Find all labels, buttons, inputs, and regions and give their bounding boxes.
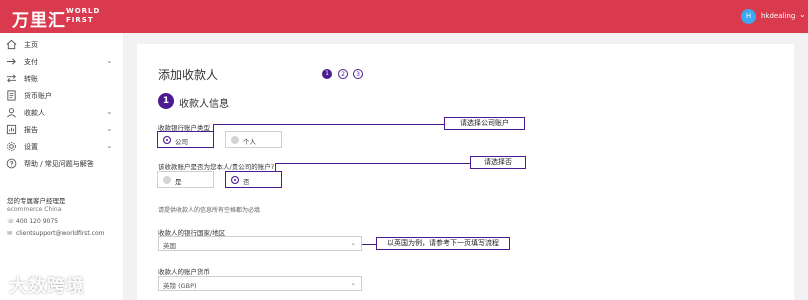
- annotation-line-uk: [362, 244, 376, 245]
- chevron-down-icon: ⌄: [106, 141, 113, 150]
- sidebar-item-label: 设置: [24, 143, 38, 151]
- username[interactable]: hkdealing: [761, 12, 795, 20]
- sidebar-item-payees[interactable]: 收款人 ⌄: [0, 105, 123, 122]
- watermark: 大数跨境: [9, 276, 85, 297]
- chevron-down-icon[interactable]: ⌄: [799, 10, 806, 19]
- gear-icon: [7, 142, 16, 151]
- annotation-line-company: [213, 124, 444, 125]
- avatar[interactable]: H: [741, 9, 756, 24]
- sidebar-item-currency-accounts[interactable]: 货币账户: [0, 88, 123, 105]
- account-manager-phone[interactable]: ☏400 120 9075: [7, 218, 58, 225]
- radio-label: 是: [175, 178, 182, 186]
- chevron-down-icon: ⌄: [106, 124, 113, 133]
- main-card: 添加收款人 1 2 3 1 收款人信息 收款银行账户类型 公司 个人 该收款账户…: [137, 44, 794, 300]
- sidebar-item-transfer[interactable]: 转账: [0, 71, 123, 88]
- annotation-line-company-v: [213, 124, 214, 131]
- logo-text[interactable]: 万里汇: [12, 6, 66, 31]
- document-icon: [7, 90, 16, 101]
- radio-indicator: [163, 176, 171, 184]
- chevron-down-icon: ⌄: [106, 56, 113, 65]
- radio-indicator: [231, 136, 239, 144]
- sidebar-item-label: 主页: [24, 41, 38, 49]
- currency-value: 英镑 (GBP): [163, 282, 197, 290]
- radio-indicator: [163, 136, 171, 144]
- radio-yes[interactable]: 是: [157, 171, 214, 188]
- annotation-uk-example: 以英国为例，请参考下一页填写流程: [376, 237, 510, 250]
- account-manager-name: ecommerce China: [7, 206, 62, 213]
- user-icon: [7, 108, 16, 118]
- mail-icon: ✉: [7, 230, 13, 237]
- section-title: 收款人信息: [179, 99, 229, 110]
- radio-no[interactable]: 否: [225, 171, 282, 188]
- required-note: 请提供收款人的信息所有空格都为必填: [158, 207, 261, 214]
- transfer-icon: [6, 74, 17, 83]
- annotation-choose-no: 请选择否: [470, 156, 526, 169]
- sidebar-item-label: 帮助 / 常见问题与解答: [24, 160, 94, 168]
- annotation-line-no-v: [275, 163, 276, 171]
- annotation-company-account: 请选择公司账户: [444, 117, 525, 130]
- account-manager-title: 您的专属客户经理是: [7, 197, 66, 205]
- sidebar-item-settings[interactable]: 设置 ⌄: [0, 139, 123, 156]
- logo-english: WORLD FIRST: [66, 7, 100, 25]
- radio-label: 公司: [175, 138, 188, 146]
- chevron-down-icon: ⌄: [350, 279, 356, 287]
- chevron-down-icon: ⌄: [106, 107, 113, 116]
- country-select[interactable]: 英国 ⌄: [158, 236, 362, 251]
- sidebar-item-label: 支付: [24, 58, 38, 66]
- step-indicator-3: 3: [353, 69, 363, 79]
- sidebar-item-help[interactable]: 帮助 / 常见问题与解答: [0, 156, 123, 173]
- currency-select[interactable]: 英镑 (GBP) ⌄: [158, 276, 362, 291]
- page-title: 添加收款人: [158, 68, 219, 82]
- sidebar-item-label: 收款人: [24, 109, 45, 117]
- radio-label: 个人: [243, 138, 256, 146]
- logo-english-line1: WORLD: [66, 7, 101, 15]
- sidebar-item-label: 转账: [24, 75, 38, 83]
- logo-english-line2: FIRST: [66, 16, 94, 24]
- own-account-label: 该收款账户是否为您本人/贵公司的账户?: [158, 163, 275, 171]
- sidebar-item-home[interactable]: 主页: [0, 37, 123, 54]
- sidebar-item-reports[interactable]: 报告 ⌄: [0, 122, 123, 139]
- sidebar: 主页 支付 ⌄ 转账 货币账户 收款人 ⌄ 报告 ⌄ 设置 ⌄ 帮助 / 常见问…: [0, 33, 123, 300]
- chevron-down-icon: ⌄: [350, 239, 356, 247]
- radio-company[interactable]: 公司: [157, 131, 214, 148]
- account-manager-email[interactable]: ✉ clientsupport@worldfirst.com: [7, 230, 104, 237]
- section-number: 1: [158, 93, 174, 109]
- phone-number: 400 120 9075: [16, 218, 58, 225]
- top-header: 万里汇 WORLD FIRST H hkdealing ⌄: [0, 0, 808, 33]
- phone-icon: ☏: [7, 218, 15, 225]
- radio-indicator: [231, 176, 239, 184]
- report-icon: [6, 124, 17, 135]
- sidebar-item-payments[interactable]: 支付 ⌄: [0, 54, 123, 71]
- arrow-right-icon: [6, 58, 16, 65]
- sidebar-item-label: 货币账户: [24, 92, 52, 100]
- country-value: 英国: [163, 242, 176, 250]
- sidebar-item-label: 报告: [24, 126, 38, 134]
- step-indicator-1: 1: [322, 69, 332, 79]
- help-icon: [6, 158, 17, 169]
- radio-label: 否: [243, 178, 250, 186]
- email-address: clientsupport@worldfirst.com: [16, 230, 105, 237]
- step-indicator-2: 2: [338, 69, 348, 79]
- radio-individual[interactable]: 个人: [225, 131, 282, 148]
- home-icon: [6, 39, 17, 50]
- annotation-line-no: [275, 163, 470, 164]
- currency-label: 收款人的账户货币: [158, 268, 210, 276]
